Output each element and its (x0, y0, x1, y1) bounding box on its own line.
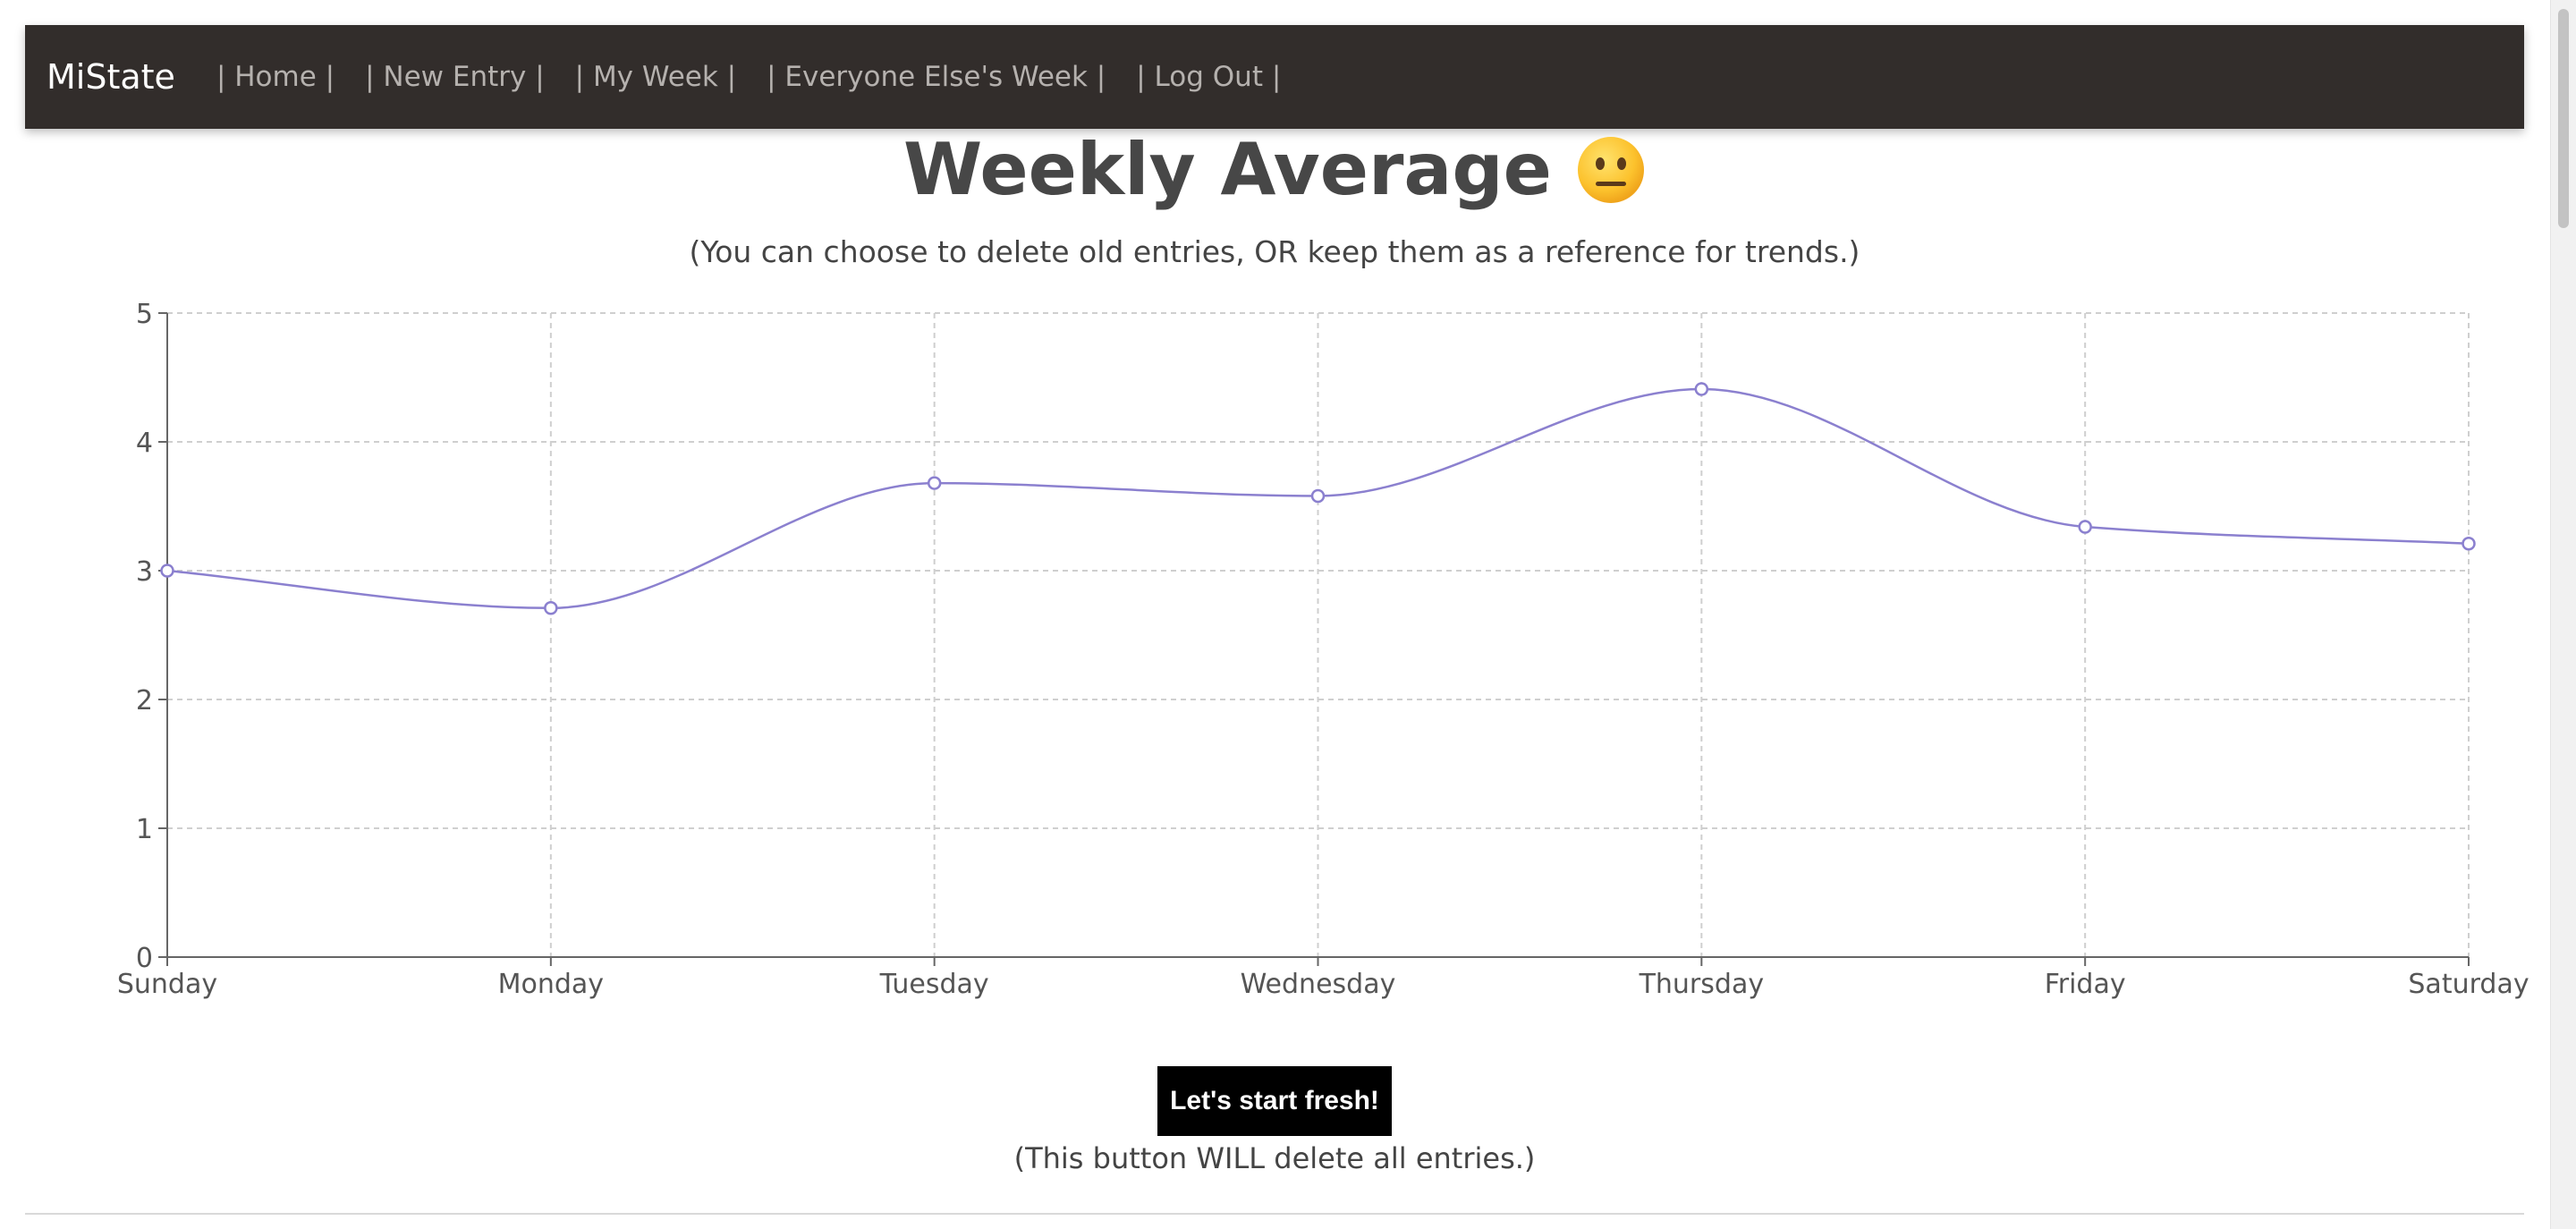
data-point (2078, 520, 2092, 534)
scrollbar-thumb[interactable] (2558, 9, 2569, 228)
scrollbar[interactable] (2550, 0, 2576, 1229)
page: MiState | Home | | New Entry | | My Week… (0, 0, 2576, 1229)
title-row: Weekly Average (0, 125, 2549, 215)
data-point (544, 601, 558, 615)
x-tick-label: Wednesday (1241, 969, 1396, 1000)
y-tick-label: 1 (136, 814, 153, 845)
x-tick-label: Friday (2045, 969, 2126, 1000)
nav-link-everyone-else[interactable]: | Everyone Else's Week | (767, 61, 1106, 93)
nav-link-home[interactable]: | Home | (216, 61, 335, 93)
data-point (160, 564, 174, 578)
delete-warning: (This button WILL delete all entries.) (1013, 1141, 1536, 1175)
reset-button-wrap: Let's start fresh! (0, 1066, 2549, 1136)
data-point (927, 476, 942, 490)
y-tick-label: 2 (136, 685, 153, 716)
nav-link-new-entry[interactable]: | New Entry | (365, 61, 545, 93)
x-tick-label: Monday (498, 969, 604, 1000)
data-point (2462, 537, 2476, 551)
x-tick-label: Saturday (2408, 969, 2529, 1000)
y-tick-label: 5 (136, 299, 153, 330)
neutral-face-icon (1578, 137, 1645, 203)
weekly-average-chart: 012345Sunday Monday Tuesday Wednesday Thursd… (117, 299, 2529, 1000)
data-point (1310, 488, 1326, 504)
x-tick-label: Thursday (1639, 969, 1765, 1000)
start-fresh-button[interactable]: Let's start fresh! (1157, 1066, 1392, 1136)
page-subtitle: (You can choose to delete old entries, O… (689, 234, 1860, 269)
y-tick-label: 4 (136, 428, 153, 459)
divider (25, 1213, 2524, 1215)
data-point (1694, 382, 1709, 396)
brand-logo[interactable]: MiState (47, 57, 175, 97)
x-tick-label: Sunday (117, 969, 217, 1000)
nav-link-log-out[interactable]: | Log Out | (1136, 61, 1281, 93)
page-title: Weekly Average (902, 128, 1552, 211)
x-tick-label: Tuesday (879, 969, 989, 1000)
nav-link-my-week[interactable]: | My Week | (575, 61, 736, 93)
y-tick-label: 3 (136, 556, 153, 588)
navbar: MiState | Home | | New Entry | | My Week… (25, 25, 2524, 129)
